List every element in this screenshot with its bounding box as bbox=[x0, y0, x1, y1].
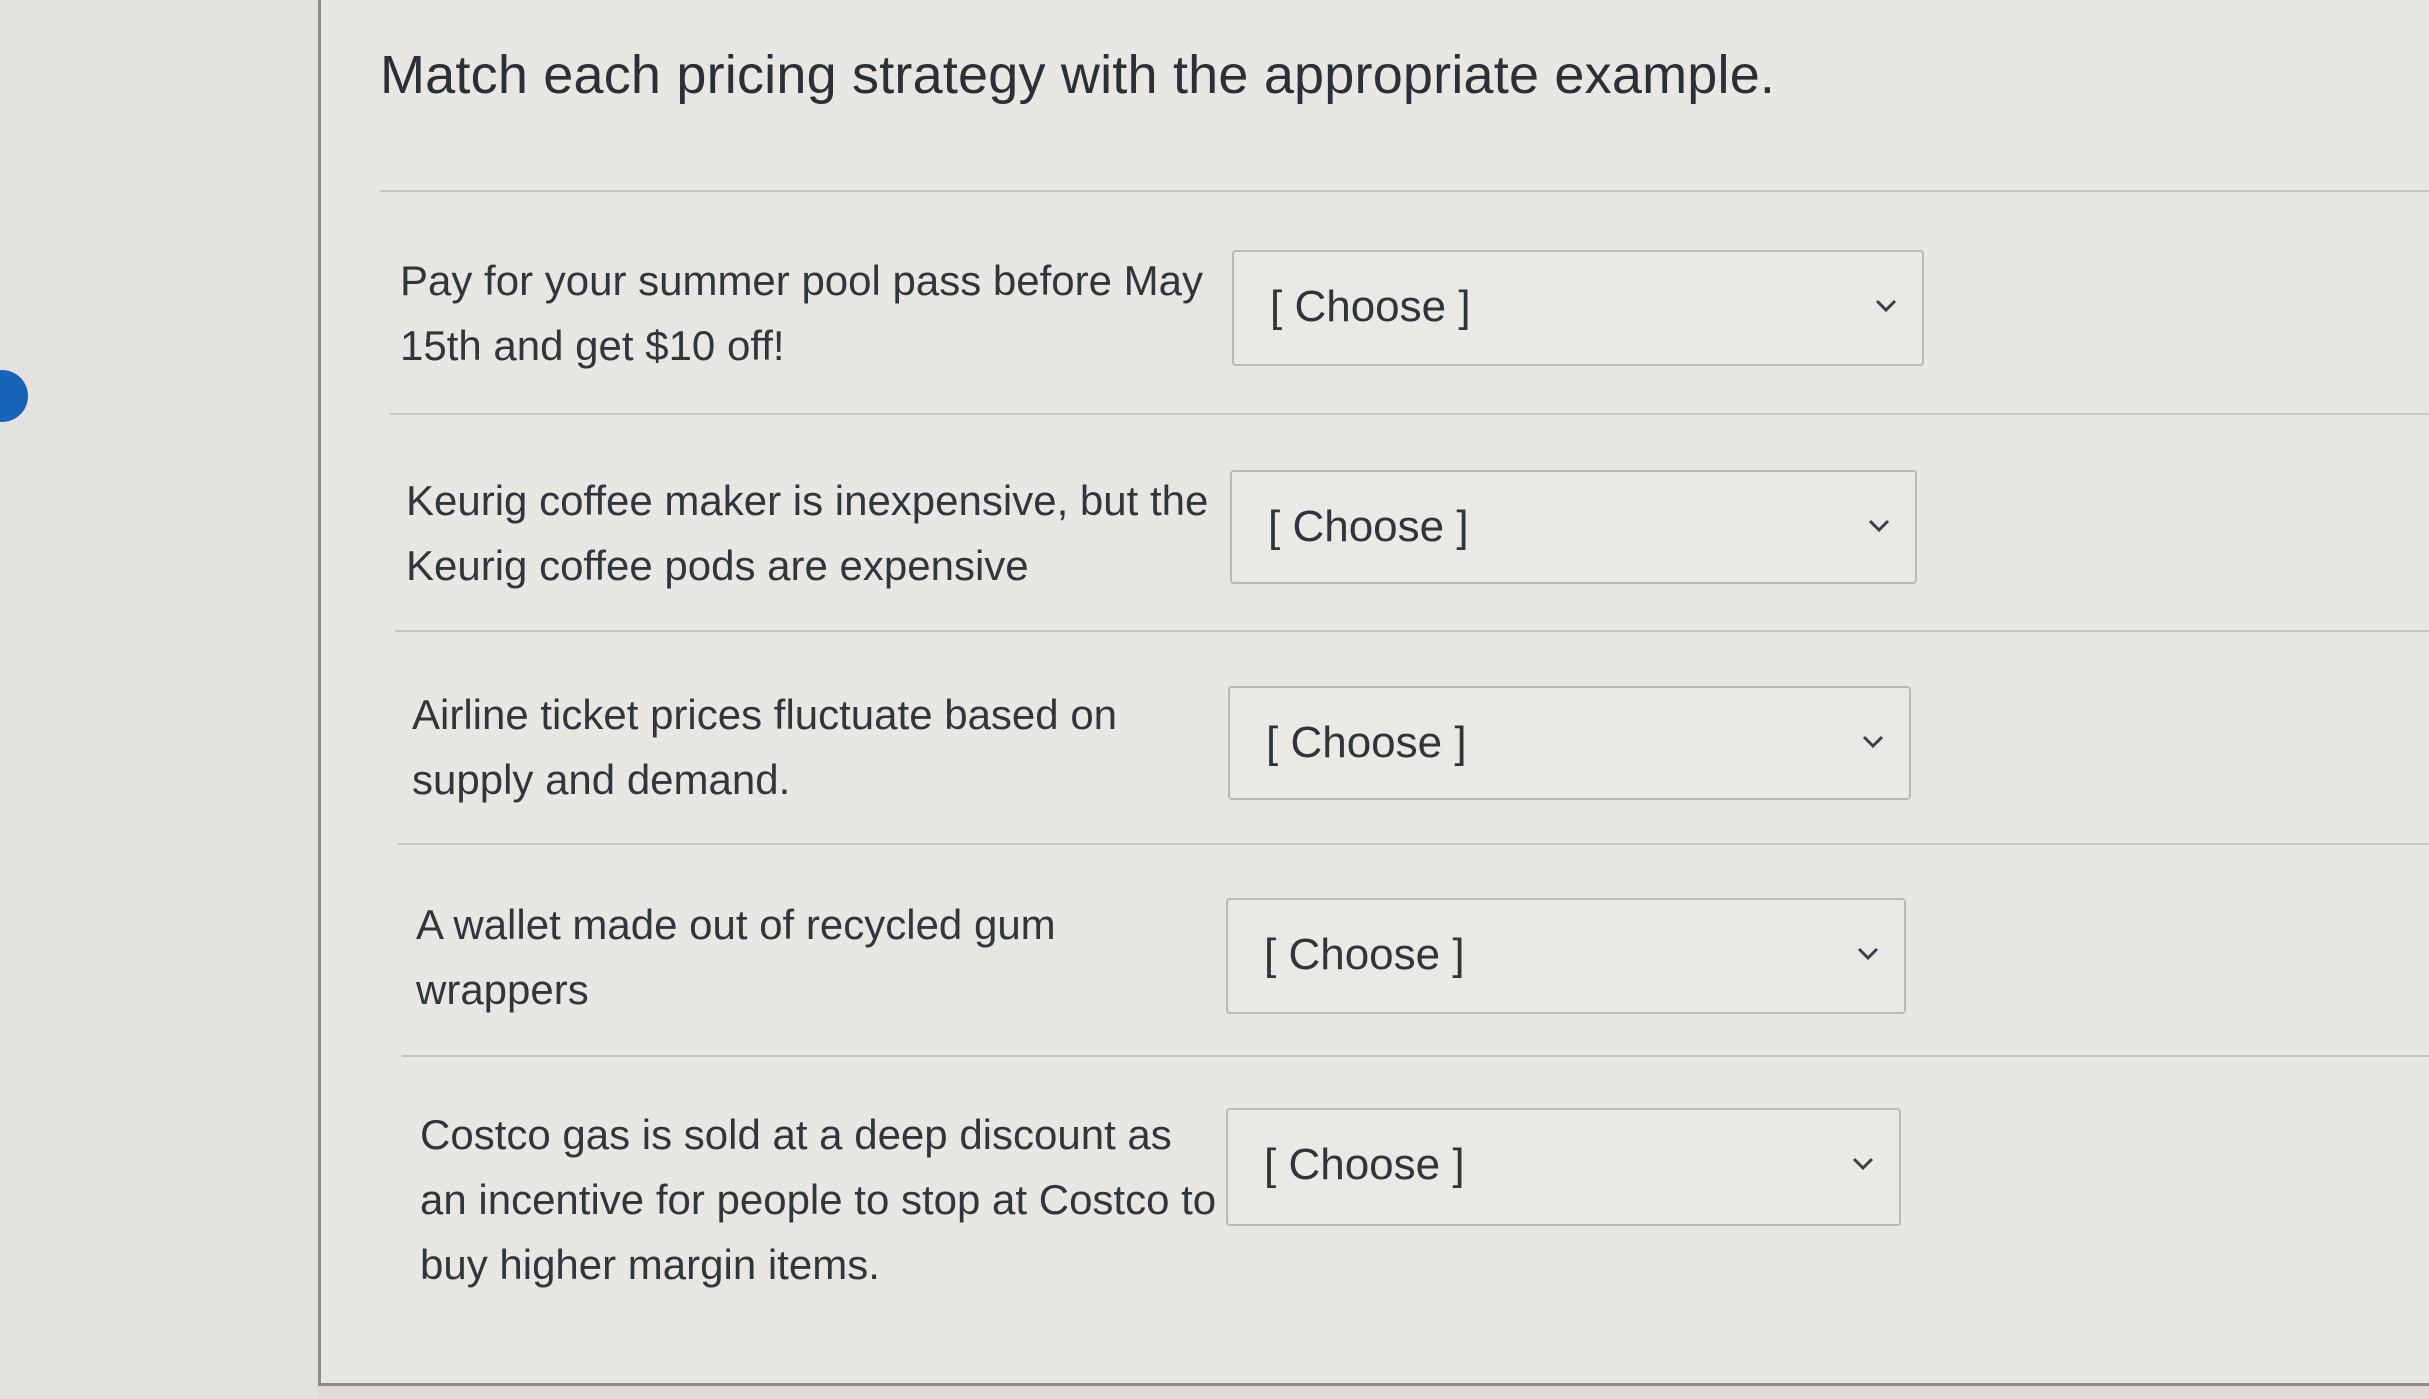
match-select-1[interactable]: [ Choose ] bbox=[1232, 250, 1924, 366]
match-select-5[interactable]: [ Choose ] bbox=[1226, 1108, 1901, 1226]
match-prompt-1: Pay for your summer pool pass before May… bbox=[400, 257, 1204, 369]
select-value-1: [ Choose ] bbox=[1270, 282, 1471, 331]
row-divider-4 bbox=[402, 1055, 2429, 1057]
match-select-2[interactable]: [ Choose ] bbox=[1230, 470, 1917, 584]
row-divider-3 bbox=[398, 843, 2429, 845]
chevron-down-icon bbox=[1868, 519, 1890, 533]
match-select-4[interactable]: [ Choose ] bbox=[1226, 898, 1906, 1014]
match-prompt-2: Keurig coffee maker is inexpensive, but … bbox=[406, 477, 1209, 589]
page-background bbox=[0, 0, 318, 1399]
match-prompt-5: Costco gas is sold at a deep discount as… bbox=[420, 1111, 1217, 1288]
select-value-5: [ Choose ] bbox=[1264, 1140, 1465, 1189]
select-value-4: [ Choose ] bbox=[1264, 930, 1465, 979]
chevron-down-icon bbox=[1857, 947, 1879, 961]
row-divider-2 bbox=[395, 630, 2429, 632]
chevron-down-icon bbox=[1852, 1157, 1874, 1171]
chevron-down-icon bbox=[1875, 299, 1897, 313]
row-divider-1 bbox=[390, 413, 2429, 415]
select-value-2: [ Choose ] bbox=[1268, 502, 1469, 551]
match-prompt-4: A wallet made out of recycled gum wrappe… bbox=[416, 901, 1056, 1013]
title-divider bbox=[380, 190, 2429, 192]
match-select-3[interactable]: [ Choose ] bbox=[1228, 686, 1911, 800]
match-prompt-3: Airline ticket prices fluctuate based on… bbox=[412, 691, 1118, 803]
select-value-3: [ Choose ] bbox=[1266, 718, 1467, 767]
chevron-down-icon bbox=[1862, 735, 1884, 749]
question-title: Match each pricing strategy with the app… bbox=[380, 45, 1776, 105]
